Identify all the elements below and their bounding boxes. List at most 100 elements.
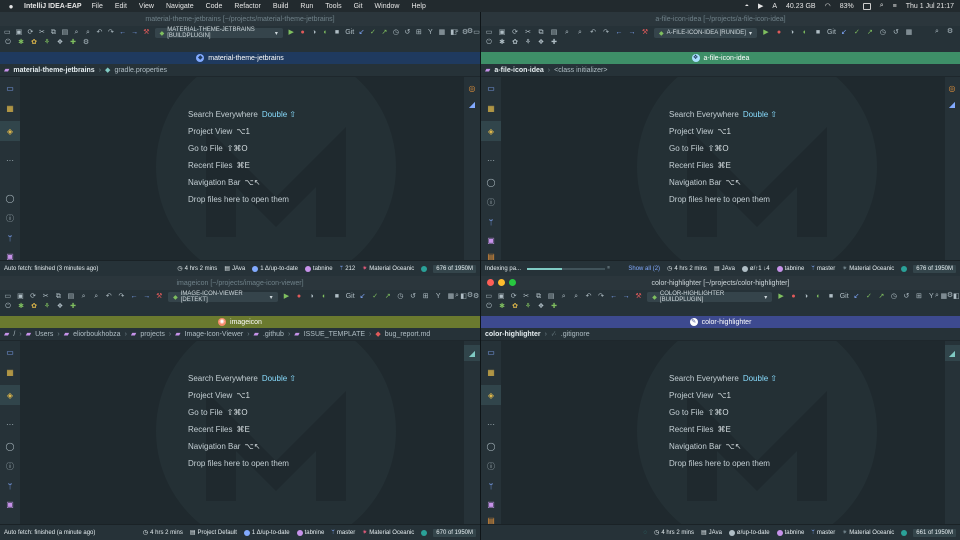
gradle-tool-icon[interactable]: ◢ xyxy=(467,99,477,109)
minimize-window-icon[interactable] xyxy=(498,279,505,286)
sdk-indicator[interactable]: ▤ JAva xyxy=(701,529,722,537)
search-everywhere-icon[interactable]: ⌕ xyxy=(933,28,941,36)
rollback-icon[interactable]: ↺ xyxy=(404,29,410,37)
structure-icon[interactable]: ⊞ xyxy=(915,293,922,301)
status-message[interactable]: Auto fetch: finished (3 minutes ago) xyxy=(4,266,98,272)
bookmarks-icon[interactable]: ▦ xyxy=(5,367,15,377)
profile-icon[interactable]: ◐ xyxy=(815,293,822,301)
menu-navigate[interactable]: Navigate xyxy=(166,3,194,10)
commit-icon[interactable]: ✓ xyxy=(865,293,872,301)
git-icon[interactable]: Git xyxy=(827,29,836,37)
bug-icon[interactable]: ❖ xyxy=(56,303,64,311)
redo-icon[interactable]: ↷ xyxy=(118,293,126,301)
run-icon[interactable]: ▶ xyxy=(762,29,770,37)
commit-icon[interactable]: ✓ xyxy=(853,29,861,37)
git-icon[interactable]: Git xyxy=(346,293,355,301)
puzzle-icon[interactable]: ✚ xyxy=(69,39,77,47)
power-icon[interactable]: ⏻ xyxy=(4,39,12,47)
project-tool-icon[interactable]: ▭ xyxy=(486,83,496,93)
play-icon[interactable]: ▶ xyxy=(758,2,763,10)
time-tracker[interactable]: ◷ 4 hrs 2 mins xyxy=(177,265,217,273)
git-branch[interactable]: ᛘ 212 xyxy=(340,266,356,272)
undo-icon[interactable]: ↶ xyxy=(105,293,113,301)
chat-icon[interactable]: ◯ xyxy=(486,441,496,451)
nav-file[interactable]: gradle.properties xyxy=(114,67,167,74)
update-icon[interactable]: ↙ xyxy=(359,293,367,301)
find-icon[interactable]: ⌕ xyxy=(560,293,567,301)
gradle-tool-icon[interactable]: ◢ xyxy=(464,345,480,361)
ide-settings-icon[interactable]: ⚙ xyxy=(946,292,954,300)
git-branch-icon[interactable]: ᛘ xyxy=(5,233,15,243)
nav-github[interactable]: .github xyxy=(263,331,284,338)
status-message[interactable]: Indexing pa... xyxy=(485,266,521,272)
memory-indicator[interactable]: 676 of 1950M xyxy=(913,264,956,273)
editor-empty-state[interactable]: Search Everywhere Double ⇧ Project View ⌥1… xyxy=(20,341,464,524)
copy-icon[interactable]: ⧉ xyxy=(537,29,545,37)
undo-icon[interactable]: ↶ xyxy=(96,29,103,37)
save-icon[interactable]: ▣ xyxy=(497,293,505,301)
menu-run[interactable]: Run xyxy=(300,3,313,10)
nav-user[interactable]: eliorboukhobza xyxy=(73,331,120,338)
back-icon[interactable]: ← xyxy=(119,29,126,37)
profile-icon[interactable]: ◐ xyxy=(320,293,328,301)
more-tools-icon[interactable]: ··· xyxy=(486,419,496,429)
paste-icon[interactable]: ▤ xyxy=(547,293,555,301)
puzzle-icon[interactable]: ✚ xyxy=(69,303,77,311)
menu-edit[interactable]: Edit xyxy=(115,3,127,10)
history-icon[interactable]: ◷ xyxy=(397,293,405,301)
bug-icon[interactable]: ❖ xyxy=(537,303,545,311)
time-tracker[interactable]: ◷ 4 hrs 2 mins xyxy=(667,265,707,273)
update-icon[interactable]: ↙ xyxy=(853,293,860,301)
history-icon[interactable]: ◷ xyxy=(879,29,887,37)
apple-icon[interactable]: ● xyxy=(6,2,16,11)
app-name[interactable]: IntelliJ IDEA-EAP xyxy=(24,3,82,10)
bookmarks-icon[interactable]: ▦ xyxy=(5,103,15,113)
palette-icon[interactable]: ✿ xyxy=(511,303,519,311)
save-icon[interactable]: ▣ xyxy=(16,29,23,37)
nav-users[interactable]: Users xyxy=(35,331,53,338)
bug-icon[interactable]: ❖ xyxy=(537,39,545,47)
replace-icon[interactable]: ⌕ xyxy=(576,29,584,37)
find-icon[interactable]: ⌕ xyxy=(563,29,571,37)
push-icon[interactable]: ↗ xyxy=(381,29,388,37)
tabnine-status[interactable]: tabnine xyxy=(776,529,804,536)
forward-icon[interactable]: → xyxy=(143,293,151,301)
puzzle-icon[interactable]: ✚ xyxy=(550,39,558,47)
control-center-icon[interactable]: ≡ xyxy=(893,3,897,10)
vcs-status[interactable]: 1 Δ/up-to-date xyxy=(252,265,298,272)
rollback-icon[interactable]: ↺ xyxy=(903,293,910,301)
chat-icon[interactable]: ◯ xyxy=(5,193,15,203)
power-icon[interactable]: ⏻ xyxy=(485,303,493,311)
folder-icon[interactable]: ▭ xyxy=(4,293,12,301)
debug-icon[interactable]: ● xyxy=(790,293,797,301)
database-icon[interactable]: ◎ xyxy=(467,83,477,93)
power-icon[interactable]: ⏻ xyxy=(4,303,12,311)
cut-icon[interactable]: ✂ xyxy=(42,293,50,301)
coverage-icon[interactable]: ◑ xyxy=(802,293,809,301)
more-tools-icon[interactable]: ··· xyxy=(5,419,15,429)
nav-project[interactable]: color-highlighter xyxy=(485,331,541,338)
menu-tools[interactable]: Tools xyxy=(325,3,341,10)
stop-icon[interactable]: ■ xyxy=(333,293,341,301)
folder-icon[interactable]: ▭ xyxy=(4,29,11,37)
replace-icon[interactable]: ⌕ xyxy=(92,293,100,301)
profile-icon[interactable]: ◐ xyxy=(801,29,809,37)
menu-view[interactable]: View xyxy=(139,3,154,10)
vcs-status[interactable]: ø/up-to-date xyxy=(728,529,770,536)
history-icon[interactable]: ◷ xyxy=(393,29,399,37)
structure-tool-icon[interactable]: ◈ xyxy=(0,121,20,141)
plugin-icon[interactable]: ✱ xyxy=(498,303,506,311)
build-icon[interactable]: ⚒ xyxy=(156,293,164,301)
forward-icon[interactable]: → xyxy=(131,29,138,37)
save-icon[interactable]: ▣ xyxy=(17,293,25,301)
find-icon[interactable]: ⌕ xyxy=(80,293,88,301)
sdk-indicator[interactable]: ▤ Project Default xyxy=(190,529,237,537)
tools-icon[interactable]: ⚙ xyxy=(82,39,90,47)
build-icon[interactable]: ⚒ xyxy=(143,29,149,37)
shield-icon[interactable]: ◓ xyxy=(745,3,749,10)
rollback-icon[interactable]: ↺ xyxy=(892,29,900,37)
build-icon[interactable]: ⚒ xyxy=(635,293,642,301)
sync-icon[interactable]: ⟳ xyxy=(511,29,519,37)
theme-indicator[interactable]: ✷ Material Oceanic xyxy=(842,265,894,273)
database-icon[interactable]: ◎ xyxy=(947,83,957,93)
